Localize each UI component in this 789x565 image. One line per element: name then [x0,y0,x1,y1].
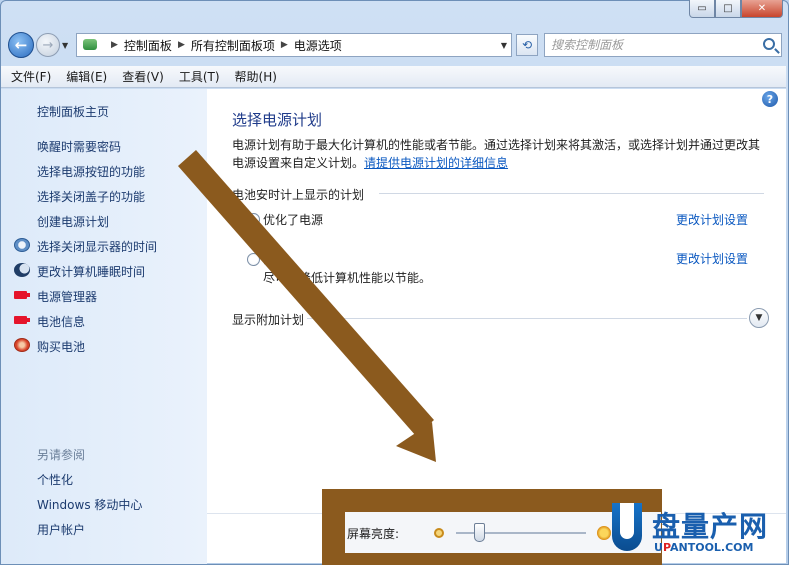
address-bar[interactable]: ▶ 控制面板 ▶ 所有控制面板项 ▶ 电源选项 ▼ [76,33,512,57]
close-button[interactable]: ✕ [741,0,783,18]
watermark-url-prefix: U [654,541,663,554]
sidebar-item-wake-password[interactable]: 唤醒时需要密码 [37,138,121,155]
chevron-right-icon[interactable]: ▶ [111,40,118,50]
additional-plans-divider [307,318,747,319]
plan-radio-power-saver[interactable] [247,253,260,266]
dim-brightness-icon [434,528,444,538]
plan-name[interactable]: 优化了电源 [263,211,323,228]
clock-icon [14,238,30,252]
brightness-slider-thumb[interactable] [473,523,485,542]
breadcrumb-control-panel[interactable]: 控制面板 [124,37,172,54]
address-dropdown-icon[interactable]: ▼ [501,41,507,50]
sidebar-item-lid-close[interactable]: 选择关闭盖子的功能 [37,188,145,205]
sidebar: 控制面板主页 唤醒时需要密码 选择电源按钮的功能 选择关闭盖子的功能 创建电源计… [1,89,207,564]
watermark-text: 盘量产网 [652,510,769,543]
search-box [544,33,782,57]
refresh-button[interactable]: ⟲ [516,34,538,56]
section-header: 电池安时计上显示的计划 [232,188,365,202]
menu-tools[interactable]: 工具(T) [179,68,220,85]
battery-icon [14,291,30,299]
menu-help[interactable]: 帮助(H) [235,68,277,85]
menu-bar: 文件(F) 编辑(E) 查看(V) 工具(T) 帮助(H) [1,66,786,88]
see-also-user-accounts[interactable]: 用户帐户 [37,521,85,538]
navigation-bar: ← → ▼ ▶ 控制面板 ▶ 所有控制面板项 ▶ 电源选项 ▼ ⟲ [8,30,782,60]
chevron-right-icon[interactable]: ▶ [178,40,185,50]
page-title: 选择电源计划 [232,111,323,129]
breadcrumb-power-options[interactable]: 电源选项 [294,37,342,54]
sidebar-item-sleep-time[interactable]: 更改计算机睡眠时间 [37,263,145,280]
minimize-button[interactable]: ▭ [689,0,715,18]
maximize-button[interactable]: □ [715,0,741,18]
battery-icon [14,316,30,324]
watermark-url: UPANTOOL.COM [654,541,753,554]
help-icon[interactable]: ? [762,91,778,107]
watermark-url-red: P [662,541,670,554]
u-disk-logo-icon [612,503,642,551]
page-description: 电源计划有助于最大化计算机的性能或者节能。通过选择计划来将其激活，或选择计划并通… [232,136,772,172]
sidebar-item-buy-battery[interactable]: 购买电池 [37,338,85,355]
control-panel-icon [81,37,101,53]
description-text: 电源计划有助于最大化计算机的性能或者节能。通过选择计划来将其激活，或选择计划并通… [232,138,761,152]
watermark-logo: 盘量产网 UPANTOOL.COM [612,497,786,559]
see-also-personalize[interactable]: 个性化 [37,471,73,488]
sidebar-item-power-manager[interactable]: 电源管理器 [37,288,97,305]
plan-description: 尽可能降低计算机性能以节能。 [263,271,432,285]
see-also-heading: 另请参阅 [37,448,86,462]
section-divider [379,193,764,194]
sidebar-item-display-off[interactable]: 选择关闭显示器的时间 [37,238,157,255]
watermark-url-rest: ANTOOL.COM [670,541,754,554]
chevron-right-icon[interactable]: ▶ [281,40,288,50]
moon-icon [14,263,30,277]
description-text-2: 电源设置来自定义计划。 [232,156,365,170]
chevron-down-icon[interactable]: ▼ [749,308,769,328]
menu-view[interactable]: 查看(V) [122,68,164,85]
see-also-mobility-center[interactable]: Windows 移动中心 [37,496,142,513]
menu-file[interactable]: 文件(F) [11,68,51,85]
breadcrumb-all-items[interactable]: 所有控制面板项 [191,37,275,54]
additional-plans-header[interactable]: 显示附加计划 [232,311,304,328]
plan-details-link[interactable]: 请提供电源计划的详细信息 [364,156,508,170]
sidebar-item-power-button[interactable]: 选择电源按钮的功能 [37,163,145,180]
bright-sun-icon [597,526,611,540]
sidebar-item-battery-info[interactable]: 电池信息 [37,313,85,330]
forward-button[interactable]: → [36,33,60,57]
recent-pages-dropdown[interactable]: ▼ [62,41,74,50]
sidebar-home-link[interactable]: 控制面板主页 [37,103,109,120]
plan-radio-balanced[interactable] [247,213,260,226]
globe-icon [14,338,30,352]
change-plan-settings-link[interactable]: 更改计划设置 [676,211,748,228]
menu-edit[interactable]: 编辑(E) [66,68,107,85]
search-input[interactable] [551,38,751,52]
brightness-label: 屏幕亮度: [347,527,400,541]
plan-name[interactable]: 能 [263,250,275,267]
change-plan-settings-link[interactable]: 更改计划设置 [676,250,748,267]
sidebar-item-create-plan[interactable]: 创建电源计划 [37,213,109,230]
back-button[interactable]: ← [8,32,34,58]
caption-buttons: ▭ □ ✕ [689,0,783,18]
search-icon[interactable] [763,38,775,50]
